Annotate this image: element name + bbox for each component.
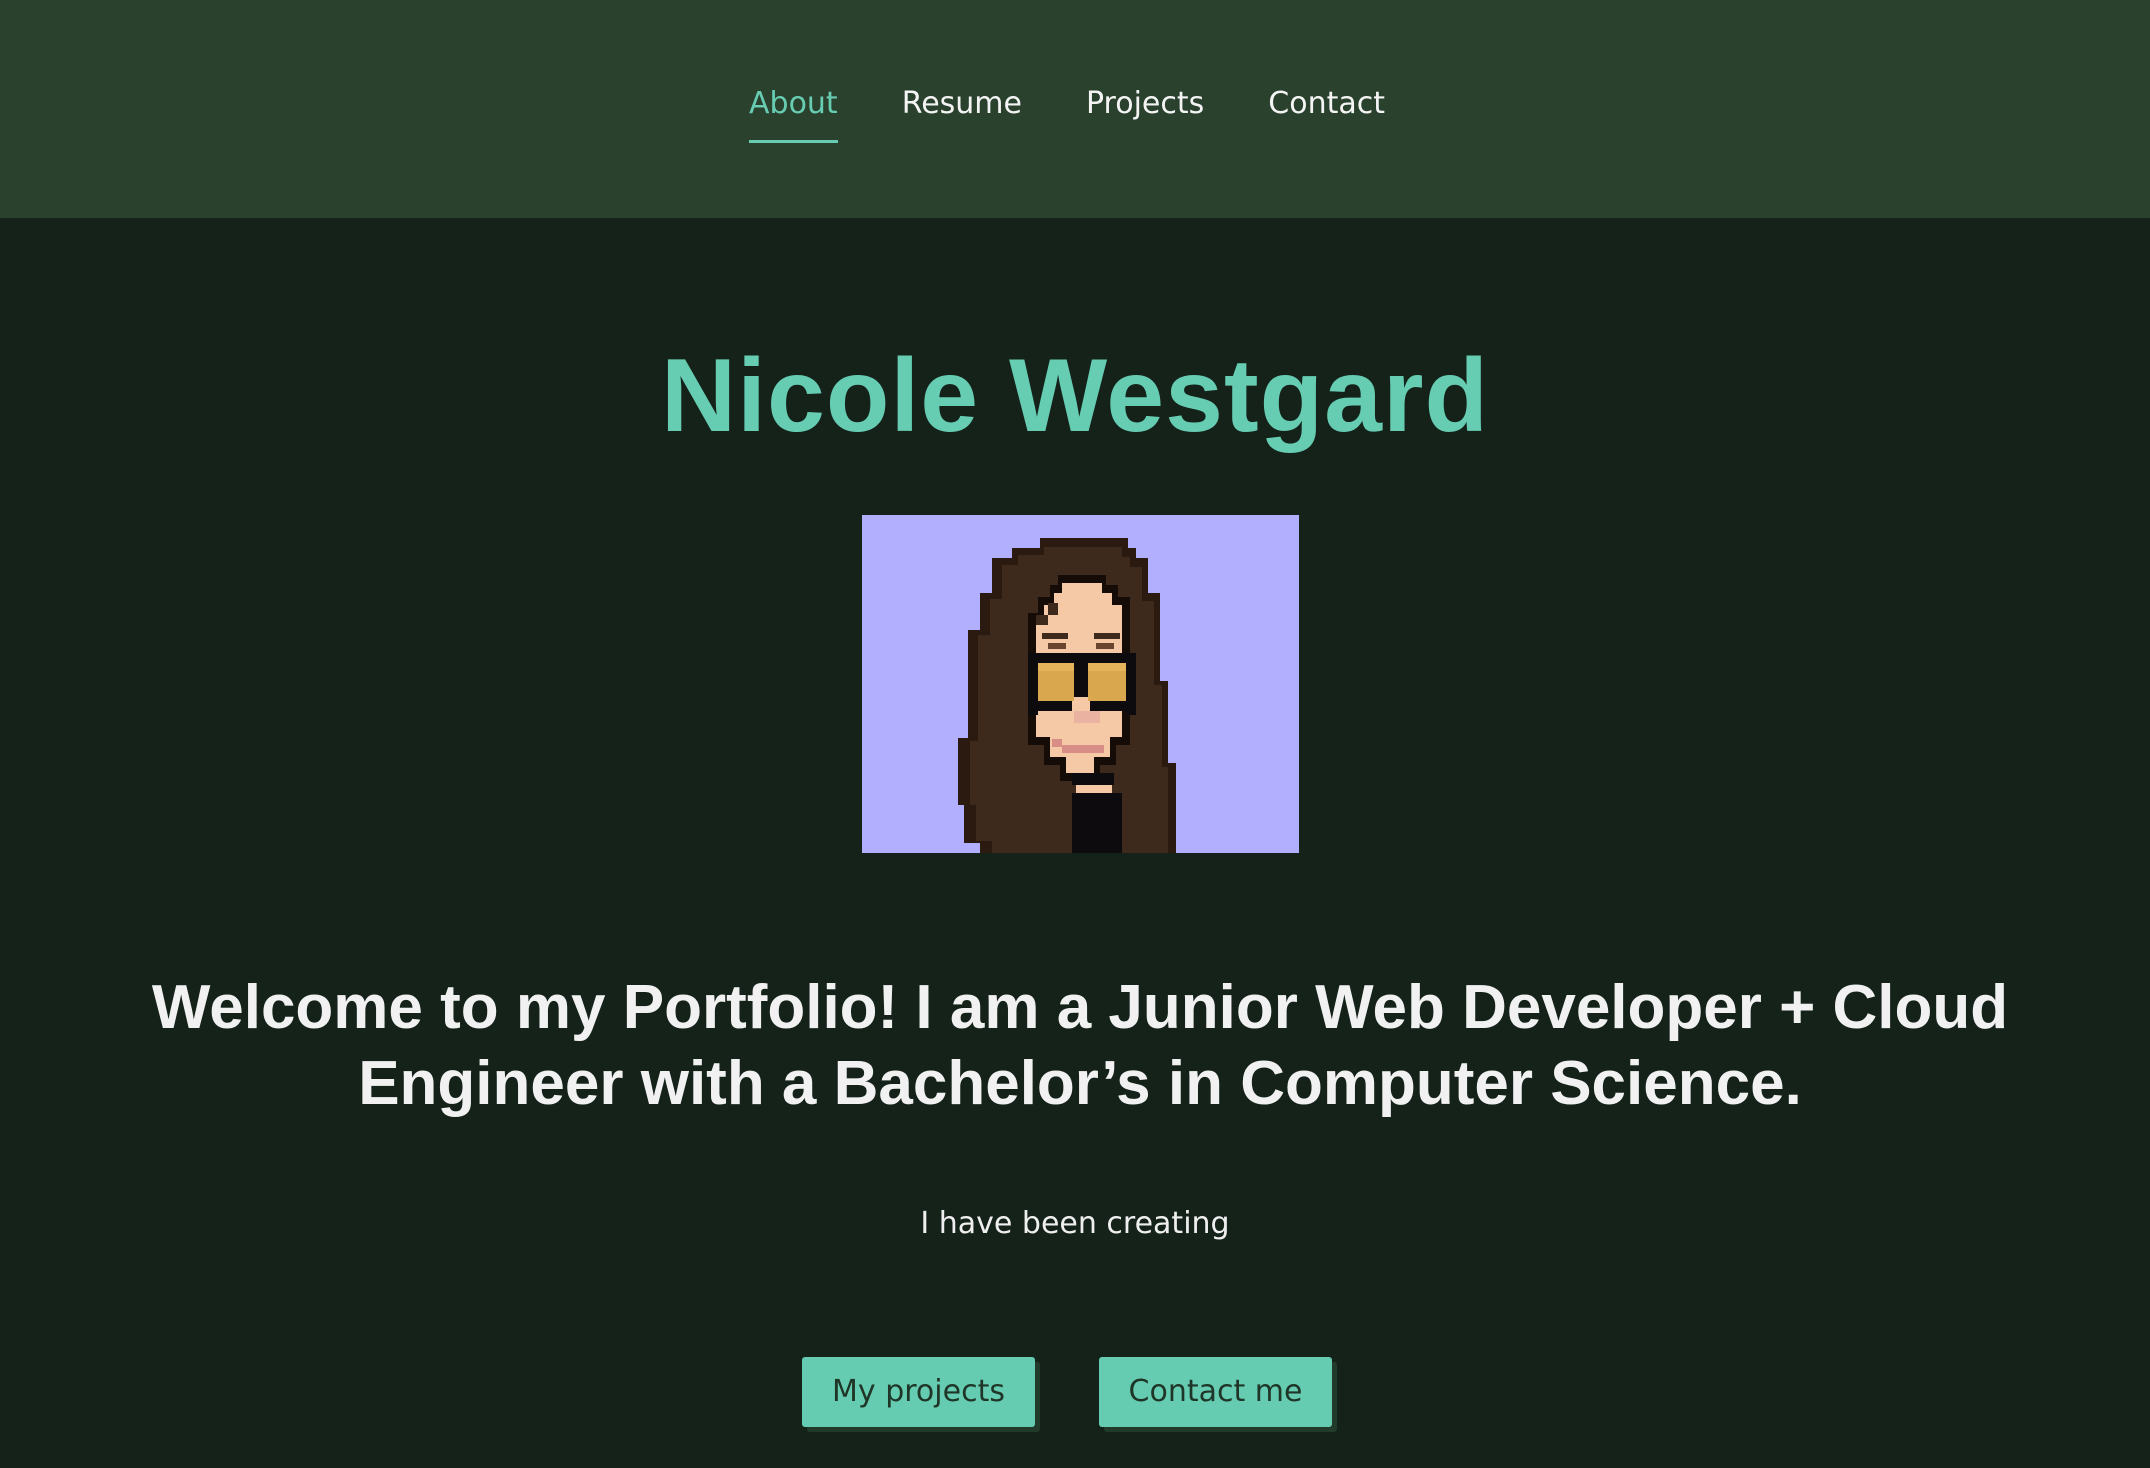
my-projects-button[interactable]: My projects [802,1357,1035,1427]
intro-headline: Welcome to my Portfolio! I am a Junior W… [151,973,2009,1118]
intro-subtext: I have been creating [920,1206,1230,1241]
main-nav: About Resume Projects Contact [0,80,2150,143]
avatar [862,515,1299,853]
nav-link-resume[interactable]: Resume [902,80,1022,143]
page-title: Nicole Westgard [661,338,1489,454]
nav-link-contact[interactable]: Contact [1268,80,1385,143]
contact-me-button[interactable]: Contact me [1099,1357,1332,1427]
pixel-art-avatar-icon [958,538,1176,853]
top-navigation-bar: About Resume Projects Contact [0,0,2150,218]
nav-link-projects[interactable]: Projects [1086,80,1204,143]
nav-link-about[interactable]: About [749,80,838,143]
cta-buttons: My projects Contact me [0,1357,2150,1427]
